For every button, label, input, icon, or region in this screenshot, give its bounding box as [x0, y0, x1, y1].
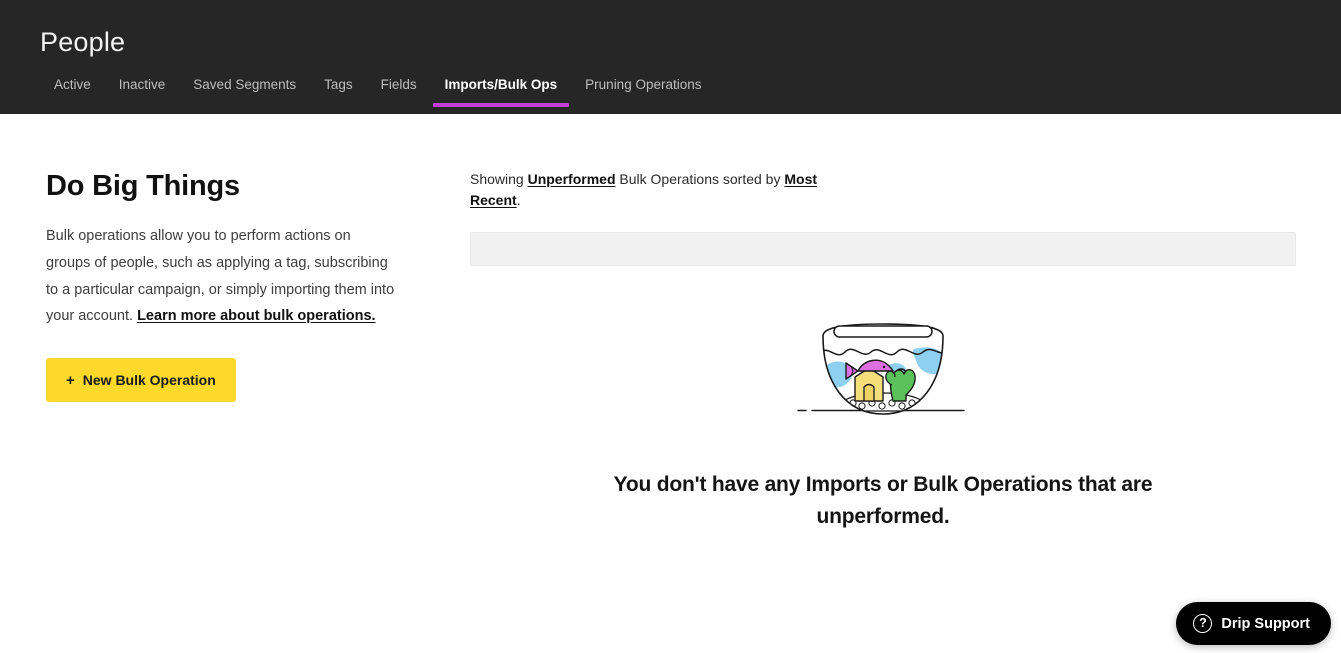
page-title: People	[40, 27, 126, 57]
results-panel: Showing Unperformed Bulk Operations sort…	[470, 169, 1296, 533]
showing-prefix: Showing	[470, 171, 528, 187]
empty-state-message: You don't have any Imports or Bulk Opera…	[583, 469, 1183, 533]
filter-status-link[interactable]: Unperformed	[528, 171, 616, 187]
intro-panel: Do Big Things Bulk operations allow you …	[46, 169, 406, 403]
question-mark-circle-icon: ?	[1193, 614, 1213, 633]
tab-inactive[interactable]: Inactive	[105, 77, 180, 107]
tab-saved-segments[interactable]: Saved Segments	[179, 77, 310, 107]
page-body: Do Big Things Bulk operations allow you …	[0, 114, 1341, 653]
drip-support-button[interactable]: ? Drip Support	[1176, 602, 1331, 645]
primary-tab-bar: Active Inactive Saved Segments Tags Fiel…	[40, 77, 716, 114]
app-header: People Active Inactive Saved Segments Ta…	[0, 0, 1341, 114]
empty-state: You don't have any Imports or Bulk Opera…	[470, 311, 1296, 533]
tab-pruning-operations[interactable]: Pruning Operations	[571, 77, 715, 107]
learn-more-link[interactable]: Learn more about bulk operations.	[137, 308, 375, 324]
new-bulk-operation-button[interactable]: + New Bulk Operation	[46, 358, 236, 403]
intro-description: Bulk operations allow you to perform act…	[46, 223, 398, 330]
tab-tags[interactable]: Tags	[310, 77, 367, 107]
tab-imports-bulk-ops[interactable]: Imports/Bulk Ops	[431, 77, 572, 107]
drip-support-label: Drip Support	[1221, 615, 1310, 632]
intro-heading: Do Big Things	[46, 170, 240, 202]
tab-fields[interactable]: Fields	[367, 77, 431, 107]
empty-state-message-line-1: You don't have any Imports or Bulk Opera…	[613, 473, 1073, 496]
tab-active[interactable]: Active	[40, 77, 105, 107]
showing-filter-line: Showing Unperformed Bulk Operations sort…	[470, 169, 832, 211]
new-bulk-operation-label: New Bulk Operation	[82, 372, 216, 389]
empty-fishbowl-icon	[797, 323, 965, 415]
showing-suffix: .	[516, 192, 521, 208]
operations-table-header	[470, 232, 1296, 266]
showing-middle: Bulk Operations sorted by	[615, 171, 785, 187]
plus-icon: +	[66, 371, 75, 389]
